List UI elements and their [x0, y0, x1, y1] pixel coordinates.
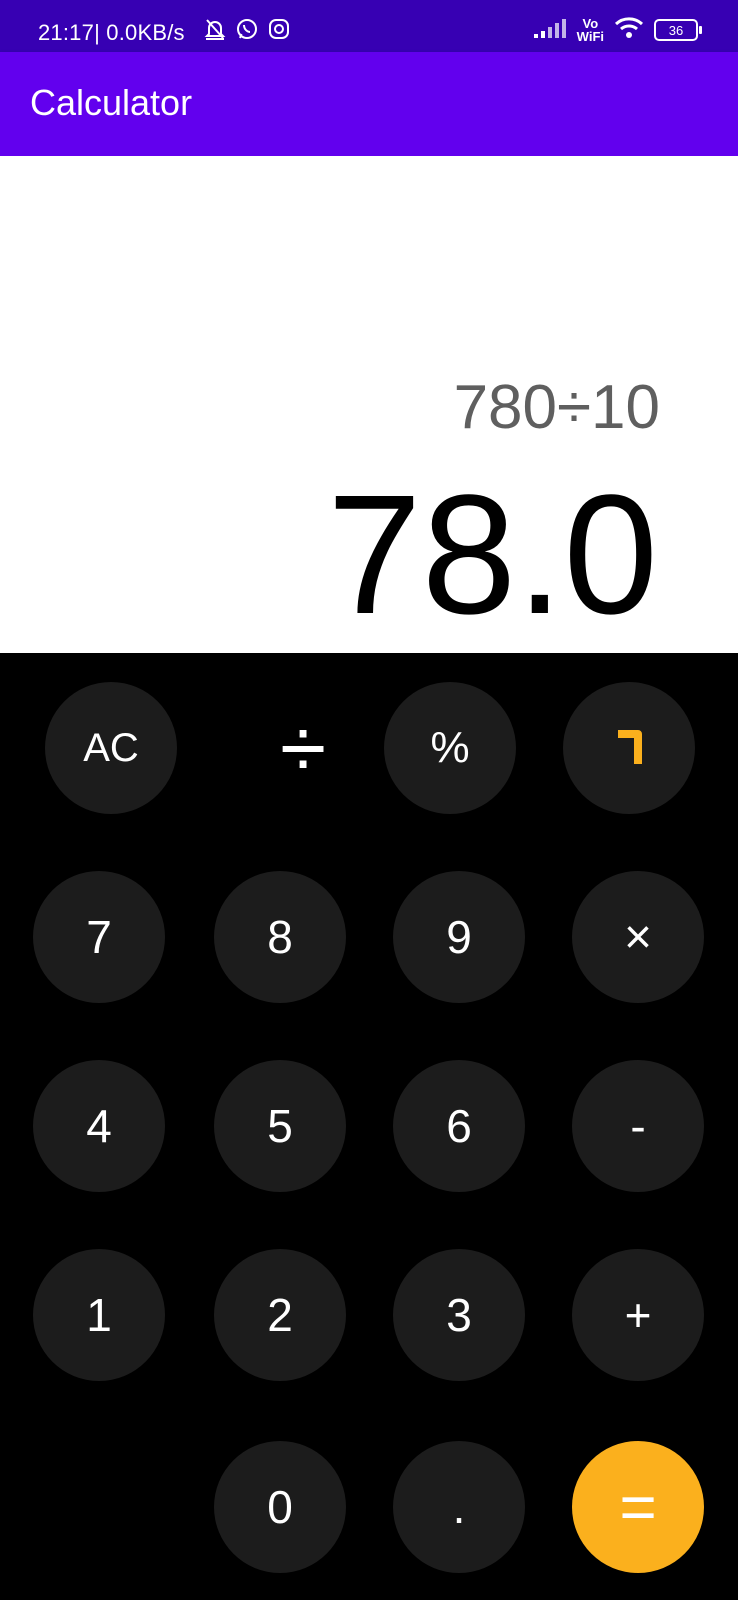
app-bar: Calculator — [0, 52, 738, 156]
expression-text: 780÷10 — [453, 373, 660, 442]
wifi-icon — [614, 16, 644, 45]
multiply-button[interactable]: × — [572, 871, 704, 1003]
key-3[interactable]: 3 — [393, 1249, 525, 1381]
backspace-icon — [614, 730, 644, 766]
battery-icon: 36 — [654, 19, 702, 41]
plus-button[interactable]: + — [572, 1249, 704, 1381]
key-1[interactable]: 1 — [33, 1249, 165, 1381]
status-time: 21:17| 0.0KB/s — [38, 20, 185, 45]
whatsapp-icon — [235, 17, 259, 46]
vowifi-indicator: Vo WiFi — [576, 16, 604, 44]
system-icons: Vo WiFi 36 — [533, 14, 702, 46]
equals-button[interactable]: = — [572, 1441, 704, 1573]
key-9[interactable]: 9 — [393, 871, 525, 1003]
app-title: Calculator — [30, 82, 193, 123]
keypad: AC ÷ % 7 8 9 × 4 5 6 - 1 2 3 + 0 . = — [0, 653, 738, 1600]
key-7[interactable]: 7 — [33, 871, 165, 1003]
calculator-display: 780÷10 78.0 — [0, 156, 738, 653]
ac-button[interactable]: AC — [45, 682, 177, 814]
key-8[interactable]: 8 — [214, 871, 346, 1003]
signal-icon — [533, 17, 567, 44]
key-2[interactable]: 2 — [214, 1249, 346, 1381]
percent-button[interactable]: % — [384, 682, 516, 814]
minus-button[interactable]: - — [572, 1060, 704, 1192]
decimal-button[interactable]: . — [393, 1441, 525, 1573]
divide-button[interactable]: ÷ — [237, 682, 369, 814]
key-4[interactable]: 4 — [33, 1060, 165, 1192]
status-bar: 21:17| 0.0KB/s Vo WiFi 36 — [0, 0, 738, 52]
result-text: 78.0 — [327, 460, 658, 650]
key-6[interactable]: 6 — [393, 1060, 525, 1192]
notification-icons — [203, 18, 291, 44]
muted-bell-icon — [203, 17, 227, 46]
key-0[interactable]: 0 — [214, 1441, 346, 1573]
key-5[interactable]: 5 — [214, 1060, 346, 1192]
messenger-icon — [267, 17, 291, 46]
backspace-button[interactable] — [563, 682, 695, 814]
